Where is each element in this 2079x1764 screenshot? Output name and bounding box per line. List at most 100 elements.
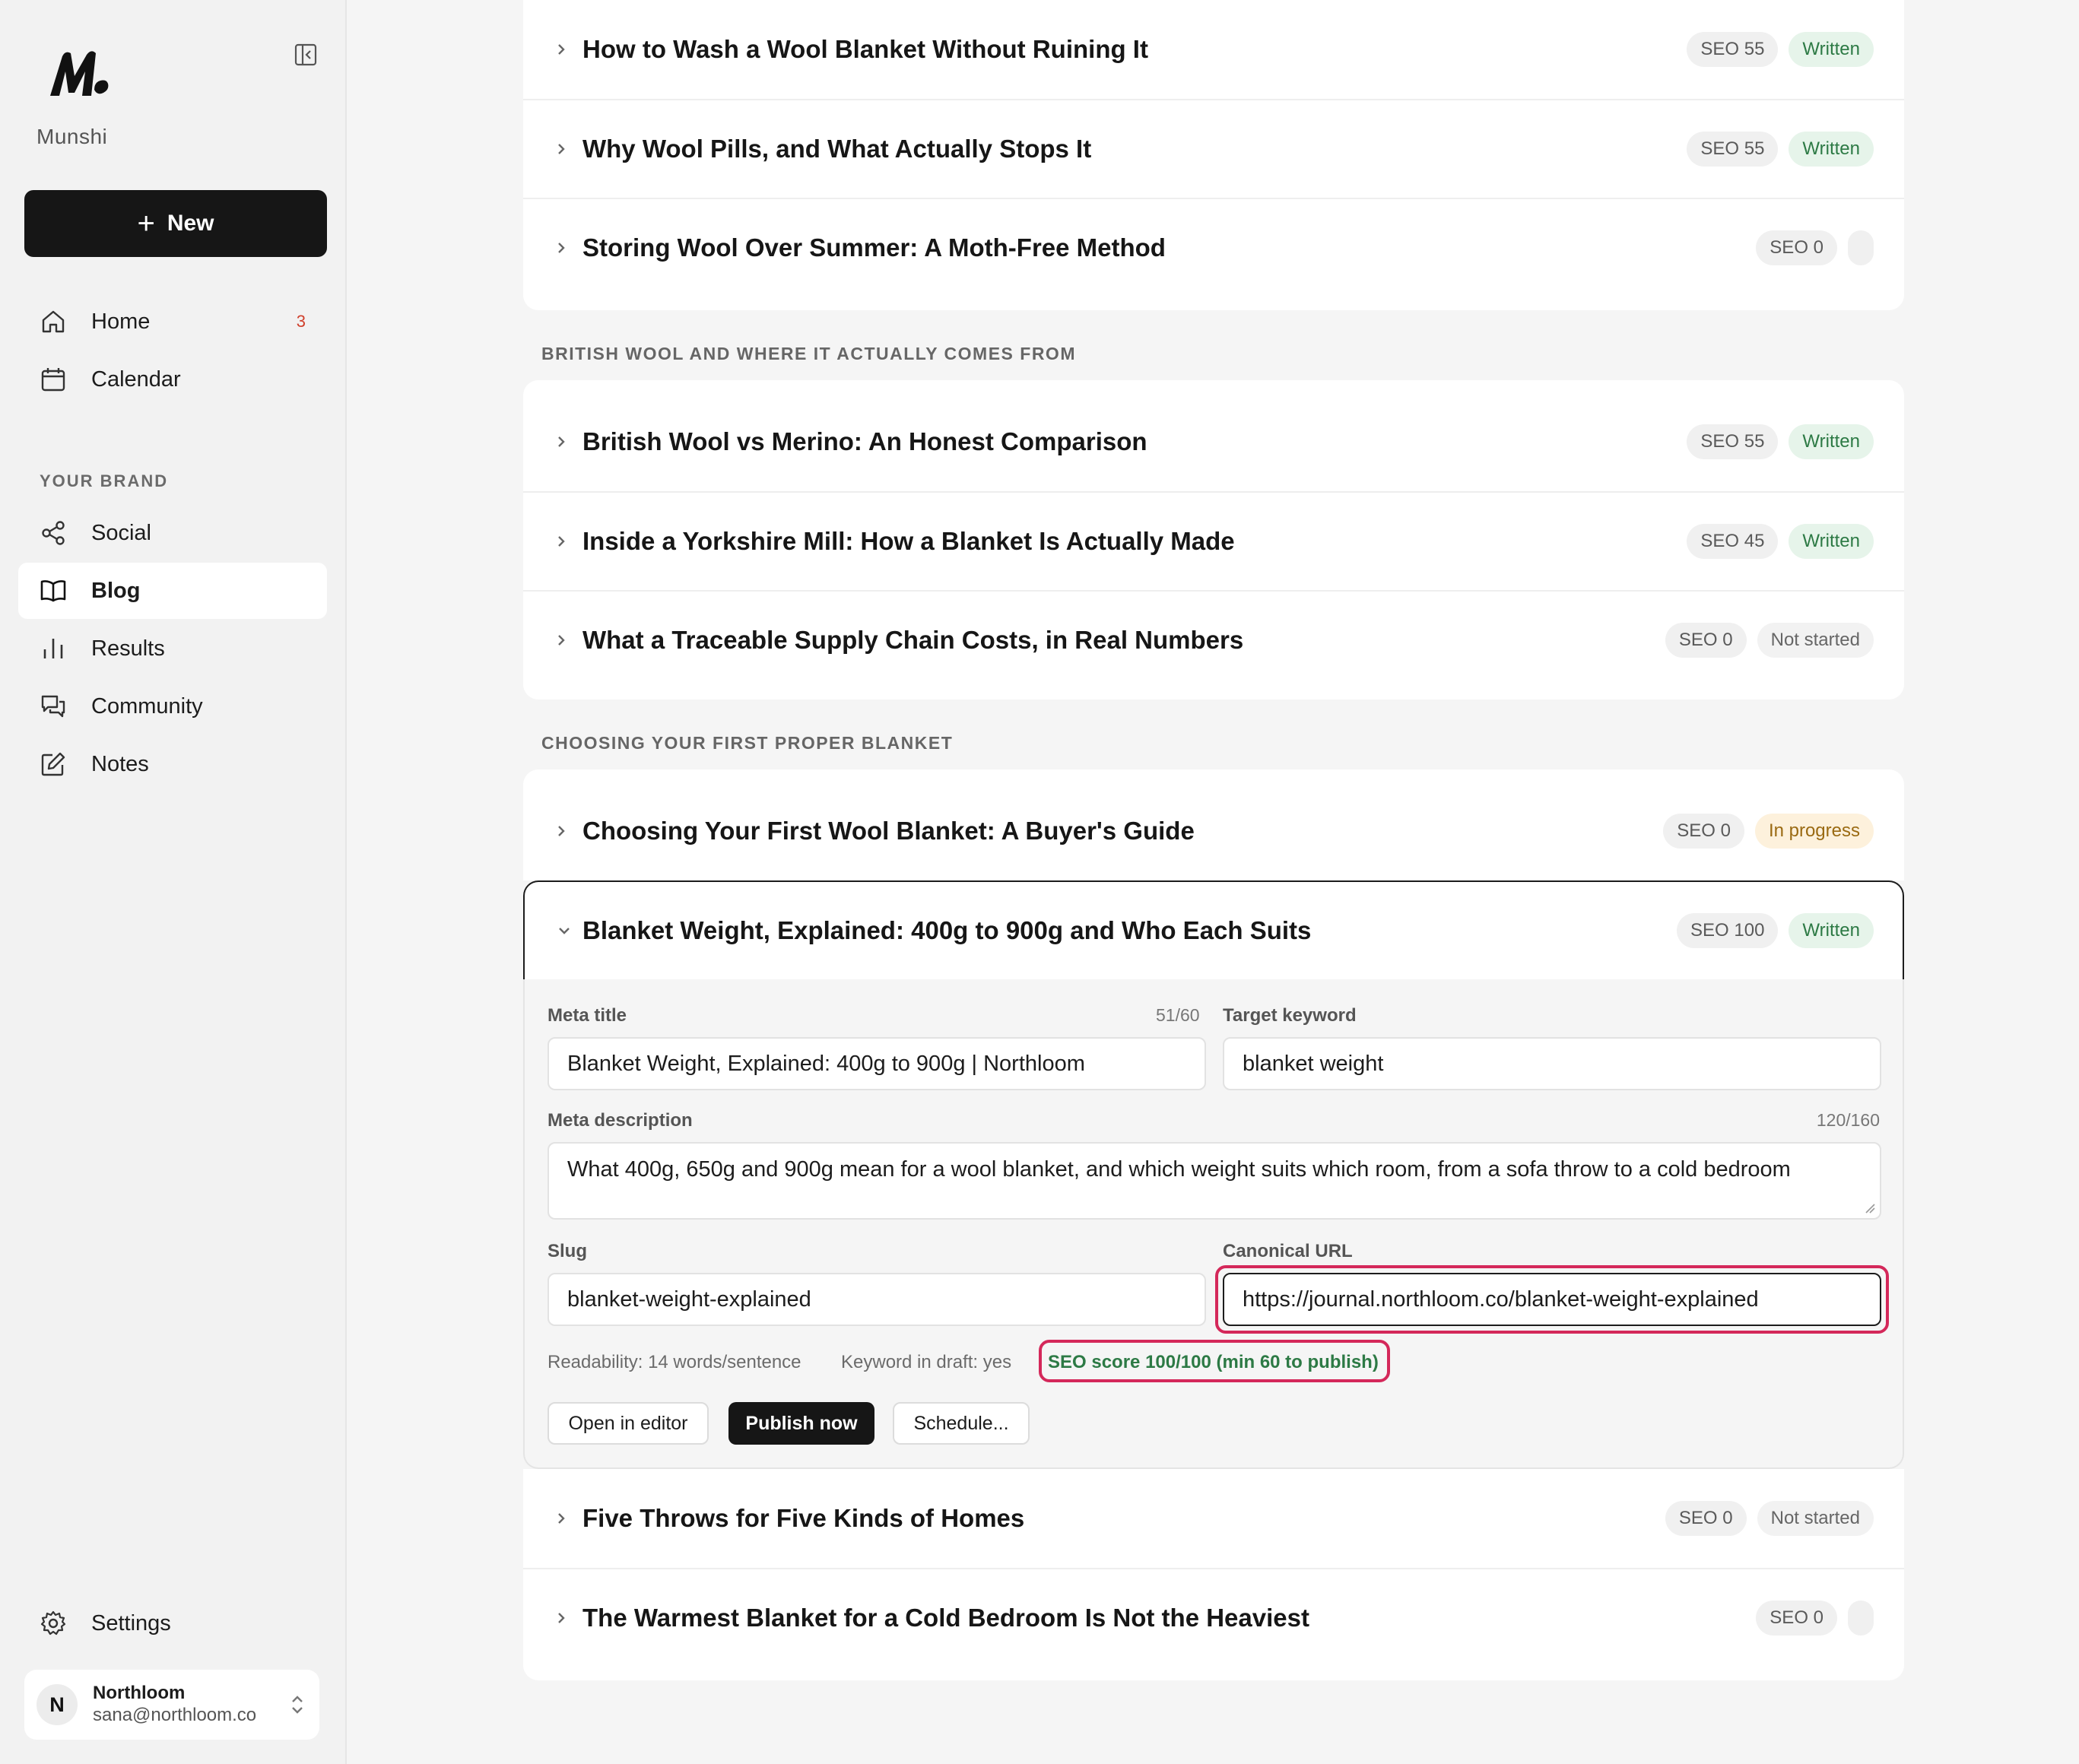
chat-bubbles-icon bbox=[40, 693, 67, 720]
post-row[interactable]: The Warmest Blanket for a Cold Bedroom I… bbox=[523, 1568, 1904, 1667]
sidebar-item-blog[interactable]: Blog bbox=[18, 563, 327, 619]
chevron-right-icon bbox=[558, 826, 565, 836]
chevron-right-icon bbox=[558, 635, 565, 646]
seo-badge: SEO 0 bbox=[1665, 1501, 1747, 1536]
post-row[interactable]: What a Traceable Supply Chain Costs, in … bbox=[523, 590, 1904, 689]
post-row[interactable]: Why Wool Pills, and What Actually Stops … bbox=[523, 99, 1904, 198]
meta-description-text: What 400g, 650g and 900g mean for a wool… bbox=[567, 1157, 1791, 1182]
sidebar-item-home[interactable]: Home 3 bbox=[18, 293, 327, 350]
sidebar-item-label: Blog bbox=[91, 578, 141, 603]
munshi-logo[interactable] bbox=[47, 46, 117, 100]
sidebar-item-label: Results bbox=[91, 636, 165, 661]
seo-badge: SEO 55 bbox=[1687, 132, 1779, 167]
chevron-right-icon bbox=[558, 1613, 565, 1623]
meta-title-input[interactable]: Blanket Weight, Explained: 400g to 900g … bbox=[548, 1037, 1206, 1090]
target-keyword-input[interactable]: blanket weight bbox=[1223, 1037, 1881, 1090]
meta-description-textarea[interactable]: What 400g, 650g and 900g mean for a wool… bbox=[548, 1142, 1881, 1220]
post-group-card: How to Wash a Wool Blanket Without Ruini… bbox=[523, 0, 1904, 310]
status-badge: Written bbox=[1789, 913, 1874, 948]
slug-label: Slug bbox=[548, 1241, 587, 1261]
post-title: How to Wash a Wool Blanket Without Ruini… bbox=[582, 35, 1148, 63]
account-name: Northloom bbox=[93, 1683, 186, 1704]
sidebar-item-label: Notes bbox=[91, 751, 149, 776]
collapse-sidebar-button[interactable] bbox=[290, 40, 321, 70]
notification-count: 3 bbox=[296, 312, 306, 331]
sidebar-item-settings[interactable]: Settings bbox=[18, 1595, 327, 1651]
seo-badge: SEO 0 bbox=[1756, 230, 1837, 265]
chevron-right-icon bbox=[558, 1513, 565, 1524]
publish-now-button[interactable]: Publish now bbox=[728, 1402, 874, 1445]
schedule-button[interactable]: Schedule... bbox=[893, 1402, 1030, 1445]
book-icon bbox=[40, 577, 67, 604]
new-button[interactable]: + New bbox=[24, 190, 327, 257]
post-row[interactable]: Storing Wool Over Summer: A Moth-Free Me… bbox=[523, 198, 1904, 297]
post-title: Inside a Yorkshire Mill: How a Blanket I… bbox=[582, 527, 1235, 555]
sidebar-item-label: Social bbox=[91, 520, 151, 545]
share-icon bbox=[40, 519, 67, 547]
group-label: BRITISH WOOL AND WHERE IT ACTUALLY COMES… bbox=[541, 344, 1076, 363]
sidebar-item-label: Home bbox=[91, 309, 151, 334]
sidebar-item-social[interactable]: Social bbox=[18, 505, 327, 561]
meta-title-label: Meta title bbox=[548, 1005, 627, 1026]
status-badge: Written bbox=[1789, 424, 1874, 459]
sidebar-item-calendar[interactable]: Calendar bbox=[18, 351, 327, 408]
account-email: sana@northloom.co bbox=[93, 1705, 257, 1725]
post-row[interactable]: Choosing Your First Wool Blanket: A Buye… bbox=[523, 782, 1904, 880]
plus-icon: + bbox=[137, 207, 155, 240]
target-keyword-label: Target keyword bbox=[1223, 1005, 1357, 1026]
post-row[interactable]: Five Throws for Five Kinds of Homes SEO … bbox=[523, 1469, 1904, 1568]
calendar-icon bbox=[40, 366, 67, 393]
post-group-card: Choosing Your First Wool Blanket: A Buye… bbox=[523, 769, 1904, 880]
sidebar-item-community[interactable]: Community bbox=[18, 678, 327, 734]
chevron-right-icon bbox=[558, 144, 565, 154]
post-group-card: British Wool vs Merino: An Honest Compar… bbox=[523, 380, 1904, 700]
brand-name: Munshi bbox=[37, 125, 108, 148]
chevron-right-icon bbox=[558, 243, 565, 253]
seo-detail-panel: Meta title 51/60 Blanket Weight, Explain… bbox=[523, 979, 1904, 1469]
status-badge bbox=[1848, 230, 1874, 265]
open-in-editor-button[interactable]: Open in editor bbox=[548, 1402, 709, 1445]
keyword-in-draft-text: Keyword in draft: yes bbox=[841, 1352, 1012, 1372]
meta-description-label: Meta description bbox=[548, 1110, 693, 1131]
account-switcher[interactable]: N Northloom sana@northloom.co bbox=[24, 1670, 319, 1740]
section-label-your-brand: YOUR BRAND bbox=[40, 471, 169, 490]
status-badge bbox=[1848, 1601, 1874, 1636]
group-label: CHOOSING YOUR FIRST PROPER BLANKET bbox=[541, 733, 954, 753]
post-title: Why Wool Pills, and What Actually Stops … bbox=[582, 135, 1092, 163]
resize-handle-icon[interactable] bbox=[1865, 1203, 1875, 1214]
post-row[interactable]: How to Wash a Wool Blanket Without Ruini… bbox=[523, 0, 1904, 99]
chevron-right-icon bbox=[558, 536, 565, 547]
edit-note-icon bbox=[40, 750, 67, 778]
chevron-down-icon bbox=[559, 928, 570, 934]
gear-icon bbox=[40, 1610, 67, 1637]
new-button-label: New bbox=[167, 211, 214, 236]
sidebar-item-results[interactable]: Results bbox=[18, 620, 327, 677]
status-badge: Not started bbox=[1757, 623, 1874, 658]
home-icon bbox=[40, 308, 67, 335]
seo-badge: SEO 100 bbox=[1677, 913, 1779, 948]
chevron-right-icon bbox=[558, 436, 565, 447]
post-title: What a Traceable Supply Chain Costs, in … bbox=[582, 626, 1244, 654]
post-group-card: Five Throws for Five Kinds of Homes SEO … bbox=[523, 1469, 1904, 1680]
post-title: The Warmest Blanket for a Cold Bedroom I… bbox=[582, 1604, 1309, 1632]
seo-badge: SEO 0 bbox=[1663, 814, 1744, 849]
status-badge: Written bbox=[1789, 32, 1874, 67]
post-row-expanded[interactable]: Blanket Weight, Explained: 400g to 900g … bbox=[523, 880, 1904, 979]
sidebar-item-label: Calendar bbox=[91, 366, 181, 392]
chevron-up-down-icon bbox=[292, 1696, 303, 1714]
status-badge: Written bbox=[1789, 524, 1874, 559]
post-title: British Wool vs Merino: An Honest Compar… bbox=[582, 427, 1147, 455]
post-title: Storing Wool Over Summer: A Moth-Free Me… bbox=[582, 233, 1166, 262]
sidebar-item-notes[interactable]: Notes bbox=[18, 736, 327, 792]
canonical-url-input[interactable]: https://journal.northloom.co/blanket-wei… bbox=[1223, 1273, 1881, 1326]
post-title: Five Throws for Five Kinds of Homes bbox=[582, 1504, 1025, 1532]
post-title: Blanket Weight, Explained: 400g to 900g … bbox=[582, 916, 1312, 944]
post-row[interactable]: Inside a Yorkshire Mill: How a Blanket I… bbox=[523, 491, 1904, 590]
canonical-url-label: Canonical URL bbox=[1223, 1241, 1353, 1261]
post-row[interactable]: British Wool vs Merino: An Honest Compar… bbox=[523, 392, 1904, 491]
slug-input[interactable]: blanket-weight-explained bbox=[548, 1273, 1206, 1326]
meta-title-count: 51/60 bbox=[1156, 1005, 1200, 1025]
seo-badge: SEO 55 bbox=[1687, 424, 1779, 459]
sidebar: Munshi + New Home 3 Calendar YOUR BRAND … bbox=[0, 0, 347, 1764]
sidebar-item-label: Settings bbox=[91, 1610, 171, 1636]
